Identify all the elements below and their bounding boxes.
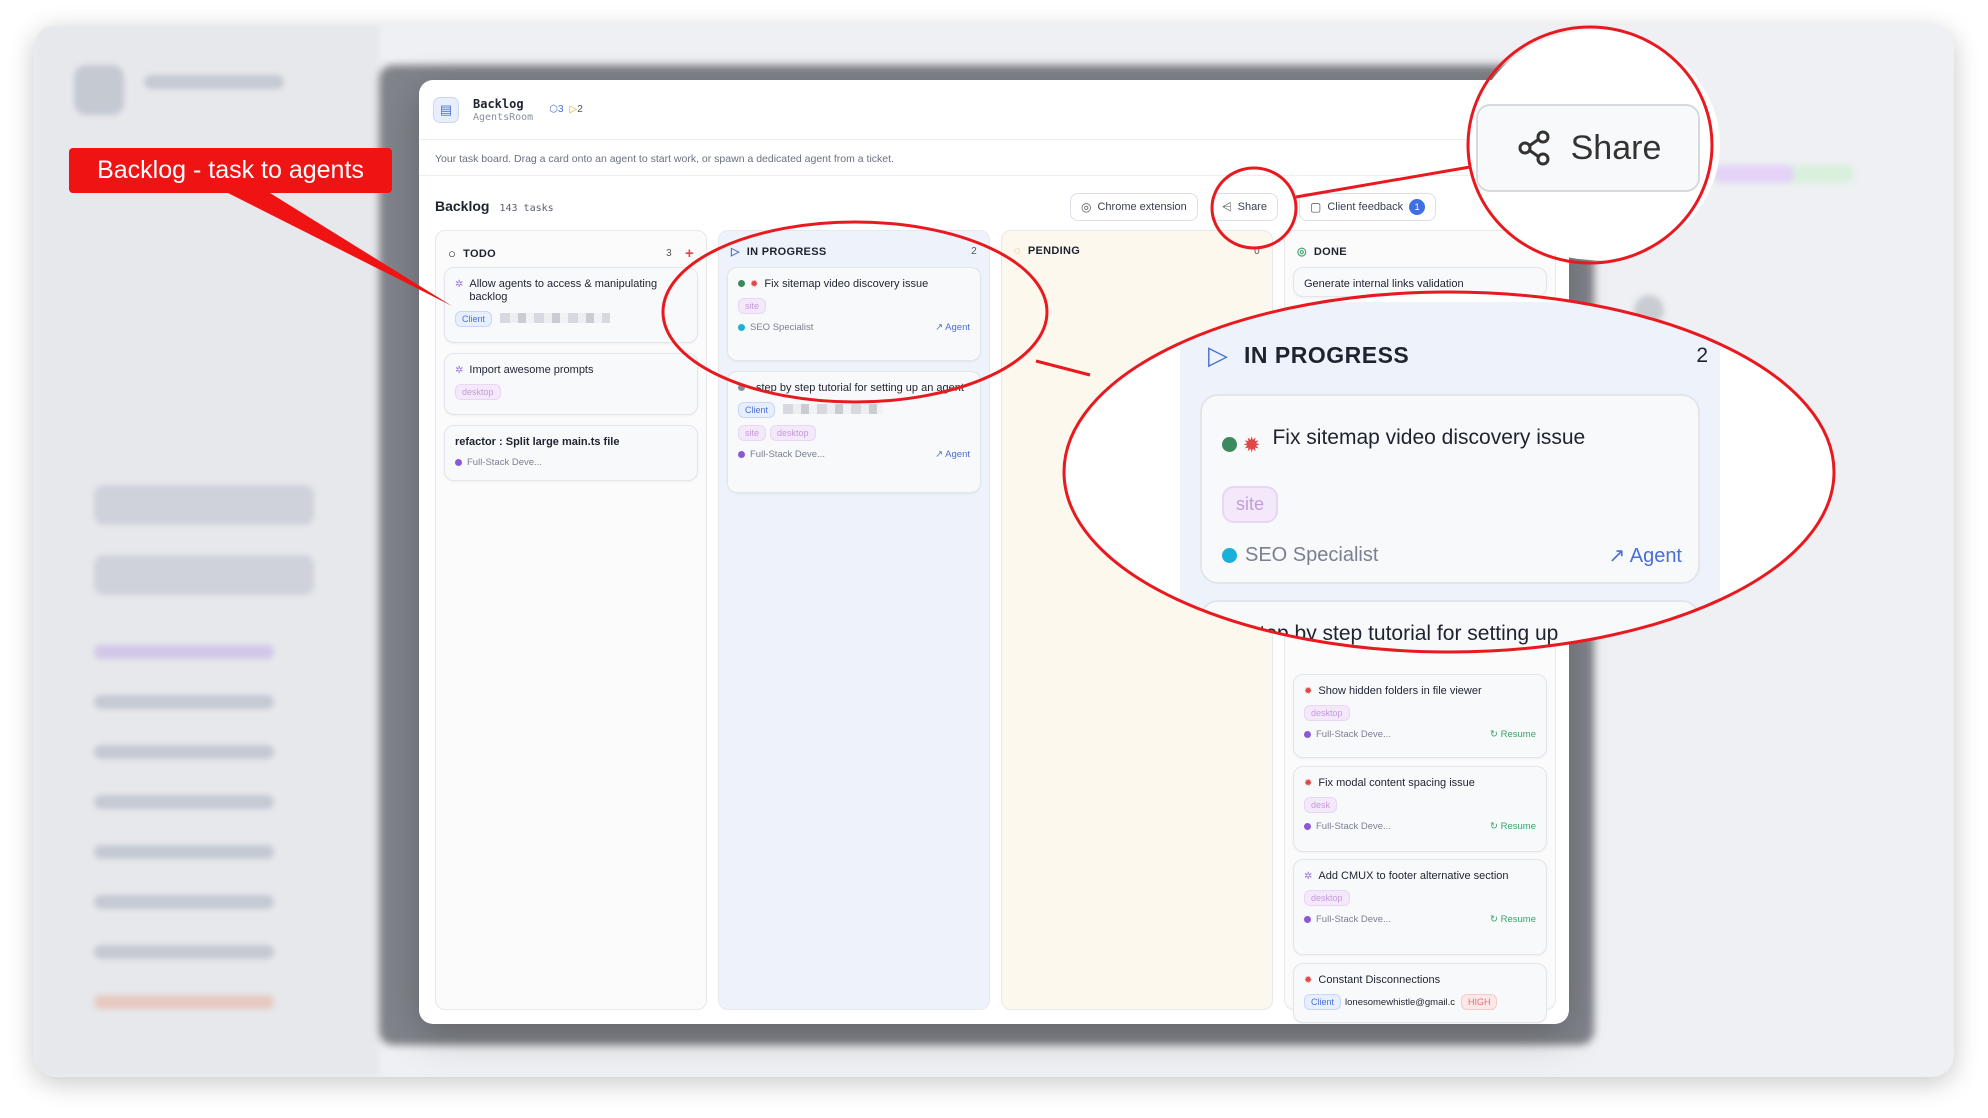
open-agent-link[interactable]: ↗ Agent <box>935 322 970 333</box>
sparkle-icon: ✲ <box>1304 871 1313 882</box>
site-tag: site <box>738 298 767 314</box>
share-icon: ⩤ <box>1222 199 1232 214</box>
chat-icon: ▢ <box>1310 200 1322 214</box>
task-card[interactable]: ✲ Import awesome prompts desktop <box>444 353 698 415</box>
board-heading: Backlog 143 tasks <box>435 198 554 214</box>
feedback-count-badge: 1 <box>1409 199 1426 215</box>
assignee: Full-Stack Deve... <box>467 457 542 468</box>
share-zoom-label: Share <box>1570 128 1662 167</box>
sparkle-icon: ✲ <box>455 365 464 376</box>
play-icon: ▷ <box>731 246 740 258</box>
redacted-text <box>783 403 884 414</box>
project-name: AgentsRoom <box>473 111 534 123</box>
modal-stats: ⬡3 ▷2 <box>549 104 583 115</box>
open-agent-link[interactable]: ↗ Agent <box>1609 543 1682 568</box>
column-count: 2 <box>971 246 977 257</box>
column-label: TODO <box>463 247 496 260</box>
column-in-progress: ▷ IN PROGRESS 2 ✹ Fix sitemap video disco… <box>718 230 990 1010</box>
clock-icon: ◌ <box>1014 245 1021 257</box>
backlog-icon: ▤ <box>433 96 459 123</box>
bug-icon: ✹ <box>750 279 759 290</box>
column-count: 3 <box>666 248 672 259</box>
board-hint: Your task board. Drag a card onto an age… <box>435 153 894 165</box>
bug-icon: ✹ <box>1242 434 1261 457</box>
desktop-tag: desktop <box>770 425 816 441</box>
task-card[interactable]: ✹ Fix sitemap video discovery issue site … <box>727 267 981 361</box>
redacted-text <box>500 312 611 323</box>
client-email: lonesomewhistle@gmail.c <box>1345 997 1455 1008</box>
task-card[interactable]: step by step tutorial for setting up an … <box>727 371 981 493</box>
column-todo: ○ TODO 3 + ✲ Allow agents to access & man… <box>435 230 707 1010</box>
agents-icon: ⬡3 <box>549 104 564 115</box>
priority-badge: HIGH <box>1460 994 1498 1010</box>
resume-button[interactable]: ↻ Resume <box>1490 821 1536 832</box>
task-card[interactable]: refactor : Split large main.ts file Full… <box>444 425 698 481</box>
board-title: Backlog <box>435 198 490 214</box>
assignee: Full-Stack Deve... <box>750 449 825 460</box>
share-button[interactable]: ⩤ Share <box>1211 193 1278 221</box>
task-count: 143 tasks <box>499 203 554 214</box>
in-progress-zoom-callout: ▷ IN PROGRESS 2 ✹ Fix sitemap video disc… <box>1065 292 1833 652</box>
check-circle-icon: ◎ <box>1297 246 1307 258</box>
resume-button[interactable]: ↻ Resume <box>1490 914 1536 925</box>
column-label: DONE <box>1313 245 1347 258</box>
client-tag: Client <box>455 311 493 327</box>
modal-header: ▤ Backlog AgentsRoom ⬡3 ▷2 <box>419 80 1569 140</box>
client-tag: Client <box>738 402 776 418</box>
column-label: PENDING <box>1027 245 1081 257</box>
circle-icon: ○ <box>448 246 457 261</box>
assignee: SEO Specialist <box>750 322 814 333</box>
column-count: 0 <box>1254 245 1260 257</box>
chrome-extension-button[interactable]: ◎ Chrome extension <box>1070 193 1198 221</box>
task-card[interactable]: ✹ Constant Disconnections Client lonesomew… <box>1293 963 1547 1023</box>
sparkle-icon: ✲ <box>455 279 464 290</box>
task-card[interactable]: ✲ Allow agents to access & manipulating b… <box>444 267 698 343</box>
share-icon <box>1518 130 1550 166</box>
task-card[interactable]: ✲ Add CMUX to footer alternative section … <box>1293 859 1547 955</box>
running-icon: ▷2 <box>569 104 583 115</box>
chrome-icon: ◎ <box>1081 200 1092 214</box>
add-task-button[interactable]: + <box>685 245 694 262</box>
bug-icon: ✹ <box>1304 686 1313 697</box>
client-feedback-button[interactable]: ▢ Client feedback 1 <box>1299 193 1437 221</box>
task-card[interactable]: step by step tutorial for setting up <box>1200 600 1700 652</box>
bug-icon: ✹ <box>1304 778 1313 789</box>
modal-title: Backlog <box>473 96 524 111</box>
task-card[interactable]: ✹ Fix modal content spacing issue desk Fu… <box>1293 766 1547 852</box>
desktop-tag: desktop <box>455 384 501 400</box>
task-card[interactable]: ✹ Fix sitemap video discovery issue site… <box>1200 394 1700 584</box>
site-tag: site <box>738 425 767 441</box>
task-card[interactable]: ✹ Show hidden folders in file viewer desk… <box>1293 674 1547 758</box>
column-label: IN PROGRESS <box>746 245 827 258</box>
play-icon: ▷ <box>1208 340 1228 370</box>
bug-icon: ✹ <box>1304 975 1313 986</box>
annotation-label: Backlog - task to agents <box>69 148 392 193</box>
open-agent-link[interactable]: ↗ Agent <box>935 449 970 460</box>
share-zoom-callout: Share <box>1470 30 1720 260</box>
resume-button[interactable]: ↻ Resume <box>1490 729 1536 740</box>
